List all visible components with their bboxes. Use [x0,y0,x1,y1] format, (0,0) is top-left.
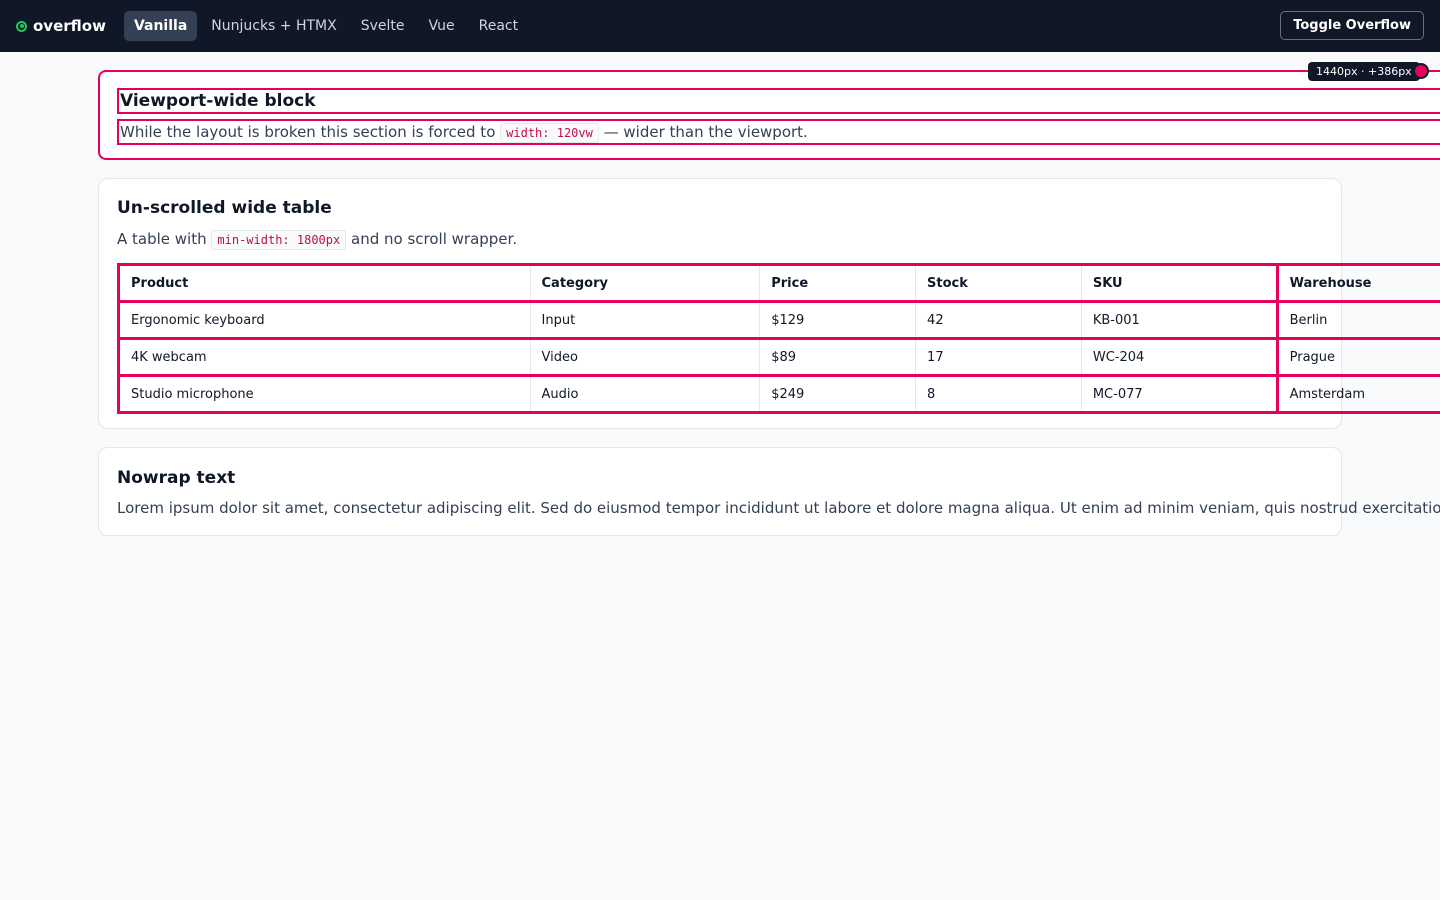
table-cell: $129 [759,300,917,340]
overflow-marker-icon [1413,63,1429,79]
column-header-product: Product [117,263,531,303]
table-cell: Prague [1277,337,1440,377]
table-cell: 42 [915,300,1082,340]
table-cell: $249 [759,374,917,414]
nowrap-paragraph: Lorem ipsum dolor sit amet, consectetur … [117,499,1440,517]
table-desc-code: min-width: 1800px [211,230,347,250]
table-cell: Studio microphone [117,374,531,414]
products-table: Product Category Price Stock SKU Warehou… [117,263,1440,414]
table-row: Studio microphone Audio $249 8 MC-077 Am… [117,374,1440,414]
table-cell: Input [530,300,761,340]
viewport-wide-title-outline: Viewport-wide block [117,88,1440,114]
nowrap-text-card: Nowrap text Lorem ipsum dolor sit amet, … [98,447,1440,536]
table-cell: MC-077 [1081,374,1279,414]
viewport-desc-tail: — wider than the viewport. [603,123,808,141]
wide-table-description: A table with min-width: 1800px and no sc… [117,230,518,250]
column-header-warehouse: Warehouse [1277,263,1440,303]
wide-table-card: Un-scrolled wide table A table with min-… [98,178,1440,429]
framework-tabs: Vanilla Nunjucks + HTMX Svelte Vue React [123,11,528,41]
table-cell: WC-204 [1081,337,1279,377]
table-cell: Ergonomic keyboard [117,300,531,340]
column-header-price: Price [759,263,917,303]
table-cell: $89 [759,337,917,377]
viewport-desc-code: width: 120vw [500,123,599,143]
wide-table-title: Un-scrolled wide table [117,198,332,218]
column-header-sku: SKU [1081,263,1279,303]
overflow-width-badge: 1440px · +386px [1308,62,1420,81]
viewport-wide-desc-outline: While the layout is broken this section … [117,119,1440,145]
table-desc-text: A table with [117,230,207,248]
table-cell: KB-001 [1081,300,1279,340]
tab-vanilla[interactable]: Vanilla [123,11,198,41]
viewport-wide-title: Viewport-wide block [120,91,316,111]
tab-svelte[interactable]: Svelte [351,11,415,41]
table-cell: Audio [530,374,761,414]
brand-logo[interactable]: overflow [16,17,106,35]
column-header-category: Category [530,263,761,303]
table-cell: 4K webcam [117,337,531,377]
top-nav: overflow Vanilla Nunjucks + HTMX Svelte … [0,0,1440,52]
table-header-row: Product Category Price Stock SKU Warehou… [117,263,1440,303]
table-row: Ergonomic keyboard Input $129 42 KB-001 … [117,300,1440,340]
table-cell: 8 [915,374,1082,414]
table-cell: Berlin [1277,300,1440,340]
page-content: Viewport-wide block While the layout is … [0,52,1440,900]
tab-nunjucks-htmx[interactable]: Nunjucks + HTMX [201,11,346,41]
table-row: 4K webcam Video $89 17 WC-204 Prague [117,337,1440,377]
column-header-stock: Stock [915,263,1082,303]
table-cell: Amsterdam [1277,374,1440,414]
viewport-wide-description: While the layout is broken this section … [120,123,808,143]
tab-vue[interactable]: Vue [419,11,465,41]
table-desc-tail: and no scroll wrapper. [351,230,518,248]
viewport-desc-text: While the layout is broken this section … [120,123,496,141]
table-cell: Video [530,337,761,377]
toggle-overflow-button[interactable]: Toggle Overflow [1280,11,1424,40]
brand-name: overflow [33,17,106,35]
nowrap-title: Nowrap text [117,468,236,488]
viewport-wide-card: Viewport-wide block While the layout is … [98,70,1440,160]
table-cell: 17 [915,337,1082,377]
brand-dot-icon [16,20,27,32]
tab-react[interactable]: React [469,11,528,41]
